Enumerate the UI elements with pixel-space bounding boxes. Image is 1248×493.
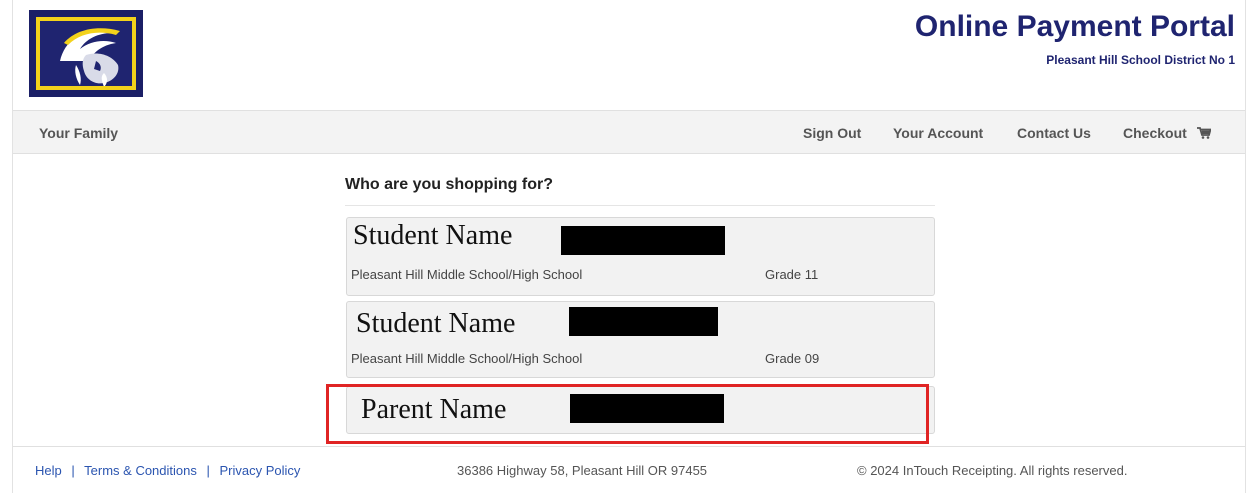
footer: Help | Terms & Conditions | Privacy Poli… [13,446,1245,493]
nav-your-family[interactable]: Your Family [39,125,118,141]
footer-copyright: © 2024 InTouch Receipting. All rights re… [857,463,1128,478]
checkout-label: Checkout [1123,125,1187,141]
district-name: Pleasant Hill School District No 1 [1046,53,1235,67]
highlight-box [326,384,929,444]
nav-bar: Your Family Sign Out Your Account Contac… [13,110,1245,154]
person-card-student-2[interactable]: Student Name Pleasant Hill Middle School… [346,301,935,378]
footer-address: 36386 Highway 58, Pleasant Hill OR 97455 [457,463,708,478]
district-logo[interactable] [29,10,143,97]
school-name: Pleasant Hill Middle School/High School [351,267,583,282]
divider [345,205,935,206]
nav-sign-out[interactable]: Sign Out [803,125,861,141]
person-name: Student Name [356,308,516,339]
goat-mascot-icon [60,28,120,86]
privacy-link[interactable]: Privacy Policy [220,463,301,478]
footer-separator: | [71,463,75,478]
person-card-student-1[interactable]: Student Name Pleasant Hill Middle School… [346,217,935,296]
logo-frame [36,17,136,90]
shopping-for-heading: Who are you shopping for? [345,176,553,193]
grade-label: Grade 09 [765,351,820,366]
header: Online Payment Portal Pleasant Hill Scho… [13,0,1245,110]
page-title: Online Payment Portal [914,10,1235,43]
help-link[interactable]: Help [35,463,62,478]
footer-separator: | [206,463,210,478]
footer-links: Help | Terms & Conditions | Privacy Poli… [35,463,300,478]
cart-icon [1196,127,1211,139]
person-name: Student Name [353,220,513,251]
grade-label: Grade 11 [765,267,819,282]
redacted-name-block [569,307,718,336]
nav-your-account[interactable]: Your Account [893,125,983,141]
nav-contact-us[interactable]: Contact Us [1017,125,1091,141]
redacted-name-block [561,226,725,255]
nav-checkout[interactable]: Checkout [1123,125,1211,141]
terms-link[interactable]: Terms & Conditions [84,463,197,478]
school-name: Pleasant Hill Middle School/High School [351,351,583,366]
